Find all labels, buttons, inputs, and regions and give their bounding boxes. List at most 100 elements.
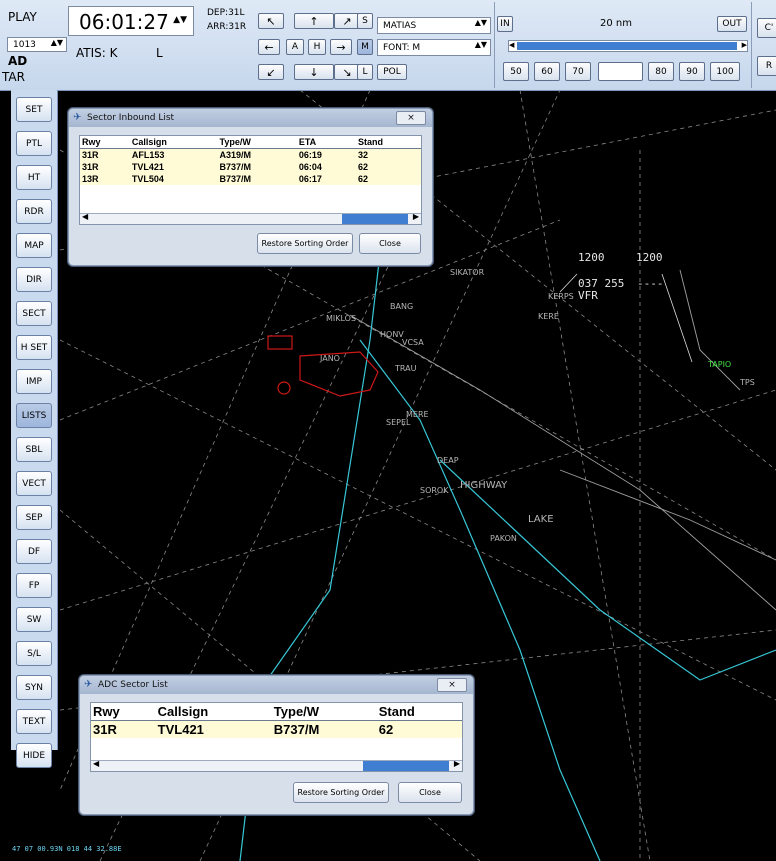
- range-preset-80[interactable]: 80: [648, 62, 674, 81]
- user-select[interactable]: MATIAS ▲▼: [377, 17, 491, 34]
- side-button-set[interactable]: SET: [16, 97, 52, 122]
- scroll-left-icon: ◀: [509, 41, 515, 49]
- zoom-in-button[interactable]: IN: [497, 16, 513, 32]
- adc-table: Rwy Callsign Type/W Stand 31R TVL421 B73…: [91, 703, 462, 738]
- aircraft-tag-altitude-2[interactable]: 1200: [636, 251, 663, 264]
- side-button-fp[interactable]: FP: [16, 573, 52, 598]
- waypoint-deap: DEAP: [437, 456, 459, 465]
- m-button[interactable]: M: [357, 39, 373, 55]
- scroll-right-icon[interactable]: ▶: [454, 759, 460, 768]
- h-button[interactable]: H: [308, 39, 326, 55]
- range-preset-90[interactable]: 90: [679, 62, 705, 81]
- column-header-type[interactable]: Type/W: [272, 703, 378, 721]
- restore-sorting-order-button[interactable]: Restore Sorting Order: [293, 782, 389, 803]
- aircraft-tag-heading-2[interactable]: ----: [637, 277, 664, 290]
- table-row[interactable]: 13R TVL504 B737/M 06:17 62: [80, 173, 421, 185]
- cell-type: B737/M: [218, 161, 298, 173]
- cell-callsign: TVL421: [156, 720, 273, 738]
- column-header-rwy[interactable]: Rwy: [91, 703, 157, 721]
- range-preset-60[interactable]: 60: [534, 62, 560, 81]
- column-header-callsign[interactable]: Callsign: [130, 136, 219, 149]
- scroll-thumb[interactable]: [363, 761, 449, 771]
- side-button-syn[interactable]: SYN: [16, 675, 52, 700]
- aircraft-tag-altitude[interactable]: 1200: [578, 251, 605, 264]
- waypoint-sikator: SIKATOR: [450, 268, 485, 277]
- side-button-imp[interactable]: IMP: [16, 369, 52, 394]
- column-header-rwy[interactable]: Rwy: [80, 136, 131, 149]
- side-button-text[interactable]: TEXT: [16, 709, 52, 734]
- range-slider[interactable]: ◀ ▶: [508, 40, 748, 52]
- side-button-dir[interactable]: DIR: [16, 267, 52, 292]
- column-header-stand[interactable]: Stand: [357, 136, 421, 149]
- scroll-left-icon[interactable]: ◀: [82, 212, 88, 221]
- pan-left-button[interactable]: ←: [258, 39, 280, 55]
- pol-button[interactable]: POL: [377, 64, 407, 80]
- sector-inbound-list-window[interactable]: ✈ Sector Inbound List × Rwy Callsign Typ…: [68, 108, 433, 266]
- range-preset-100[interactable]: 100: [710, 62, 740, 81]
- side-button-df[interactable]: DF: [16, 539, 52, 564]
- column-header-stand[interactable]: Stand: [377, 703, 462, 721]
- time-field[interactable]: 06:01:27 ▲▼: [68, 6, 194, 36]
- table-row[interactable]: 31R AFL153 A319/M 06:19 32: [80, 148, 421, 161]
- user-select-value: MATIAS: [383, 20, 417, 31]
- side-button-lists[interactable]: LISTS: [16, 403, 52, 428]
- pressure-select[interactable]: 1013 ▲▼: [7, 37, 67, 52]
- map-label-lake: LAKE: [528, 514, 554, 525]
- column-header-eta[interactable]: ETA: [297, 136, 358, 149]
- l-button[interactable]: L: [357, 64, 373, 80]
- side-button-sect[interactable]: SECT: [16, 301, 52, 326]
- a-button[interactable]: A: [286, 39, 304, 55]
- side-button-ht[interactable]: HT: [16, 165, 52, 190]
- scroll-left-icon[interactable]: ◀: [93, 759, 99, 768]
- pan-right-button[interactable]: →: [330, 39, 352, 55]
- zoom-out-button[interactable]: OUT: [717, 16, 747, 32]
- aircraft-tapio[interactable]: TAPIO: [708, 360, 731, 369]
- side-button-map[interactable]: MAP: [16, 233, 52, 258]
- scroll-right-icon[interactable]: ▶: [413, 212, 419, 221]
- close-button[interactable]: Close: [359, 233, 421, 254]
- dep-runway: DEP:31L: [207, 8, 245, 18]
- range-preset-70[interactable]: 70: [565, 62, 591, 81]
- pan-up-left-button[interactable]: ↖: [258, 13, 284, 29]
- column-header-type[interactable]: Type/W: [218, 136, 298, 149]
- adc-sector-list-window[interactable]: ✈ ADC Sector List × Rwy Callsign Type/W …: [79, 675, 474, 815]
- side-button-hide[interactable]: HIDE: [16, 743, 52, 768]
- side-button-ptl[interactable]: PTL: [16, 131, 52, 156]
- font-select[interactable]: FONT: M ▲▼: [377, 39, 491, 56]
- pan-down-left-button[interactable]: ↙: [258, 64, 284, 80]
- range-preset-50[interactable]: 50: [503, 62, 529, 81]
- pan-up-button[interactable]: ↑: [294, 13, 334, 29]
- scroll-thumb[interactable]: [342, 214, 408, 224]
- time-value: 06:01:27: [79, 10, 169, 34]
- cell-stand: 62: [357, 173, 421, 185]
- close-button[interactable]: Close: [398, 782, 462, 803]
- c-button[interactable]: C': [757, 18, 776, 38]
- horizontal-scrollbar[interactable]: ◀ ▶: [91, 759, 462, 771]
- side-button-sw[interactable]: SW: [16, 607, 52, 632]
- table-row[interactable]: 31R TVL421 B737/M 62: [91, 720, 462, 738]
- close-icon[interactable]: ×: [437, 678, 467, 692]
- column-header-callsign[interactable]: Callsign: [156, 703, 273, 721]
- pan-down-button[interactable]: ↓: [294, 64, 334, 80]
- side-button-rdr[interactable]: RDR: [16, 199, 52, 224]
- s-button[interactable]: S: [357, 13, 373, 29]
- window-title-bar[interactable]: ✈ Sector Inbound List ×: [69, 109, 432, 127]
- side-button-vect[interactable]: VECT: [16, 471, 52, 496]
- side-button-sep[interactable]: SEP: [16, 505, 52, 530]
- side-button-sl[interactable]: S/L: [16, 641, 52, 666]
- table-row[interactable]: 31R TVL421 B737/M 06:04 62: [80, 161, 421, 173]
- cursor-coordinates: 47 07 00.93N 018 44 32.88E: [12, 845, 122, 853]
- close-icon[interactable]: ×: [396, 111, 426, 125]
- restore-sorting-order-button[interactable]: Restore Sorting Order: [257, 233, 353, 254]
- side-button-h-set[interactable]: H SET: [16, 335, 52, 360]
- aircraft-tag-flight-rules[interactable]: VFR: [578, 289, 598, 302]
- waypoint-sepel: SEPEL: [386, 418, 411, 427]
- tar-label: TAR: [2, 70, 25, 84]
- horizontal-scrollbar[interactable]: ◀ ▶: [80, 212, 421, 224]
- top-toolbar: PLAY 1013 ▲▼ AD TAR 06:01:27 ▲▼ ATIS: K L…: [0, 0, 776, 91]
- window-title: Sector Inbound List: [87, 113, 175, 123]
- range-preset-input[interactable]: [598, 62, 643, 81]
- side-button-sbl[interactable]: SBL: [16, 437, 52, 462]
- window-title-bar[interactable]: ✈ ADC Sector List ×: [80, 676, 473, 694]
- r-button[interactable]: R: [757, 56, 776, 76]
